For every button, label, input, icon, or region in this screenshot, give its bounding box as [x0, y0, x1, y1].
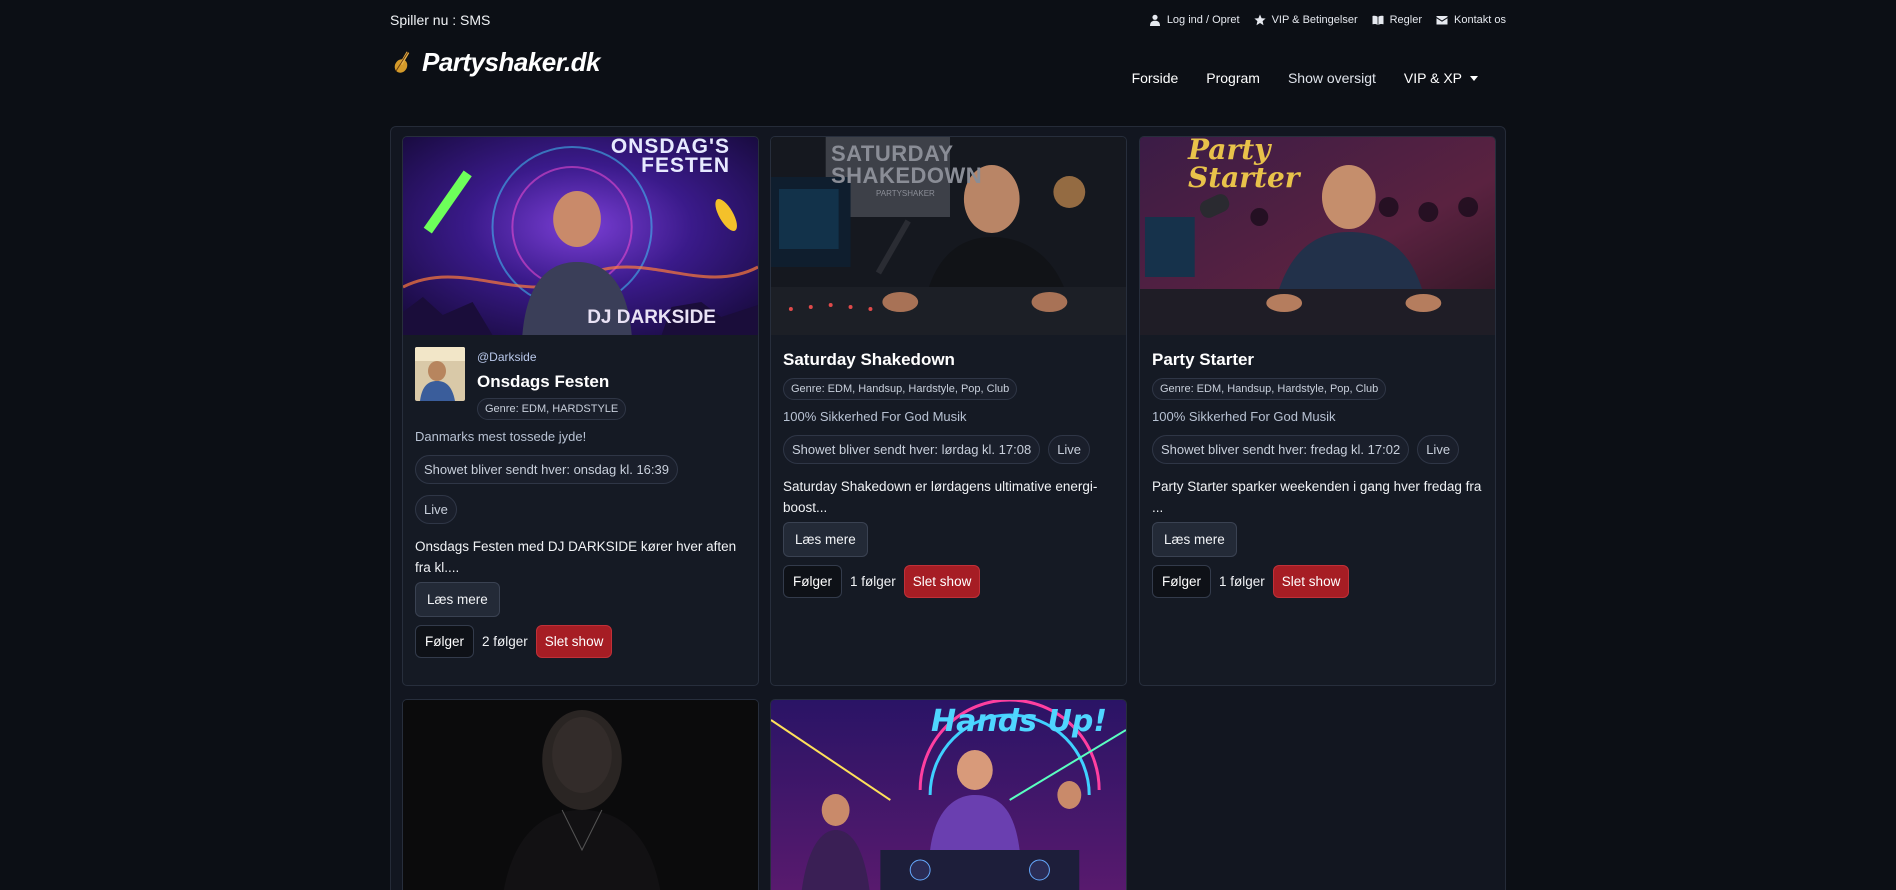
author-row: @Darkside Onsdags Festen Genre: EDM, HAR…: [415, 347, 746, 420]
contact-label: Kontakt os: [1454, 14, 1506, 26]
genre-badge: Genre: EDM, Handsup, Hardstyle, Pop, Clu…: [1152, 378, 1387, 400]
status-badge: Live: [1417, 435, 1460, 464]
now-playing-text: Spiller nu : SMS: [390, 12, 491, 28]
show-tagline: 100% Sikkerhed For God Musik: [783, 409, 967, 424]
show-image[interactable]: SATURDAY SHAKEDOWN PARTYSHAKER: [771, 137, 1126, 335]
top-links: Log ind / Opret VIP & Betingelser Regler…: [1149, 14, 1506, 26]
follow-button[interactable]: Følger: [783, 565, 843, 598]
read-more-button[interactable]: Læs mere: [783, 522, 868, 557]
status-row: Live: [415, 495, 746, 524]
delete-show-button[interactable]: Slet show: [535, 625, 613, 658]
user-icon: [1149, 14, 1160, 26]
logo-text: Partyshaker.dk: [422, 47, 601, 77]
follow-button[interactable]: Følger: [415, 625, 475, 658]
follower-count: 1 følger: [1219, 574, 1265, 589]
vip-terms-label: VIP & Betingelser: [1271, 14, 1358, 26]
author-handle[interactable]: @Darkside: [477, 350, 626, 364]
chevron-down-icon: [1470, 75, 1478, 81]
genre-badge: Genre: EDM, Handsup, Hardstyle, Pop, Clu…: [783, 378, 1018, 400]
vip-terms-link[interactable]: VIP & Betingelser: [1253, 14, 1358, 26]
star-icon: [1253, 14, 1266, 26]
shows-panel: ONSDAG'S FESTEN DJ DARKSIDE @Darkside On…: [390, 126, 1506, 890]
show-title[interactable]: Party Starter: [1152, 350, 1483, 370]
show-description: Onsdags Festen med DJ DARKSIDE kører hve…: [415, 539, 737, 575]
delete-show-button[interactable]: Slet show: [1272, 565, 1350, 598]
image-text: PARTYSHAKER: [876, 189, 935, 198]
show-description: Saturday Shakedown er lørdagens ultimati…: [783, 479, 1098, 515]
avatar-image: [415, 347, 465, 401]
show-tagline: Danmarks mest tossede jyde!: [415, 429, 587, 444]
guitar-logo-icon: [394, 50, 410, 73]
image-text: SHAKEDOWN: [831, 163, 983, 188]
status-badge: Live: [1048, 435, 1091, 464]
show-image[interactable]: ONSDAG'S FESTEN DJ DARKSIDE: [403, 137, 758, 335]
image-text: DJ DARKSIDE: [587, 307, 716, 328]
nav-vip-xp[interactable]: VIP & XP: [1404, 70, 1478, 86]
schedule-row: Showet bliver sendt hver: fredag kl. 17:…: [1152, 435, 1483, 464]
header: Partyshaker.dk Forside Program Show over…: [390, 40, 1506, 126]
show-card: SATURDAY SHAKEDOWN PARTYSHAKER Saturday …: [770, 136, 1127, 686]
contact-link[interactable]: Kontakt os: [1436, 14, 1506, 26]
top-bar: Spiller nu : SMS Log ind / Opret VIP & B…: [390, 0, 1506, 40]
status-badge: Live: [415, 495, 457, 524]
card-actions: Følger 1 følger Slet show: [783, 565, 1114, 598]
show-image[interactable]: Hands Up!: [771, 700, 1126, 890]
show-title[interactable]: Saturday Shakedown: [783, 350, 1114, 370]
delete-show-button[interactable]: Slet show: [903, 565, 981, 598]
site-logo[interactable]: Partyshaker.dk: [390, 47, 601, 78]
book-icon: [1372, 15, 1384, 25]
genre-badge: Genre: EDM, HARDSTYLE: [477, 398, 627, 420]
read-more-button[interactable]: Læs mere: [1152, 522, 1237, 557]
main-nav: Forside Program Show oversigt VIP & XP: [1132, 70, 1478, 86]
login-link[interactable]: Log ind / Opret: [1149, 14, 1240, 26]
show-image[interactable]: Party Starter: [1140, 137, 1495, 335]
schedule-badge: Showet bliver sendt hver: lørdag kl. 17:…: [783, 435, 1041, 464]
follower-count: 1 følger: [850, 574, 896, 589]
follow-button[interactable]: Følger: [1152, 565, 1212, 598]
schedule-row: Showet bliver sendt hver: lørdag kl. 17:…: [783, 435, 1114, 464]
card-actions: Følger 2 følger Slet show: [415, 625, 746, 658]
rules-link[interactable]: Regler: [1372, 14, 1422, 26]
card-body: Party Starter Genre: EDM, Handsup, Hards…: [1140, 335, 1495, 608]
show-image[interactable]: [403, 700, 758, 890]
read-more-button[interactable]: Læs mere: [415, 582, 500, 617]
show-card: Hands Up!: [770, 699, 1127, 890]
card-body: Saturday Shakedown Genre: EDM, Handsup, …: [771, 335, 1126, 608]
schedule-badge: Showet bliver sendt hver: onsdag kl. 16:…: [415, 455, 678, 484]
schedule-row: Showet bliver sendt hver: onsdag kl. 16:…: [415, 455, 746, 484]
nav-forside[interactable]: Forside: [1132, 70, 1179, 86]
image-text: Hands Up!: [931, 704, 1108, 739]
show-card: Party Starter Party Starter Genre: EDM, …: [1139, 136, 1496, 686]
avatar[interactable]: [415, 347, 465, 401]
page-wrapper: Spiller nu : SMS Log ind / Opret VIP & B…: [390, 0, 1506, 890]
card-actions: Følger 1 følger Slet show: [1152, 565, 1483, 598]
nav-show-oversigt[interactable]: Show oversigt: [1288, 70, 1376, 86]
show-title[interactable]: Onsdags Festen: [477, 372, 626, 392]
card-body: @Darkside Onsdags Festen Genre: EDM, HAR…: [403, 335, 758, 668]
login-label: Log ind / Opret: [1166, 14, 1240, 26]
show-description: Party Starter sparker weekenden i gang h…: [1152, 479, 1482, 515]
show-card: ONSDAG'S FESTEN DJ DARKSIDE @Darkside On…: [402, 136, 759, 686]
follower-count: 2 følger: [482, 634, 528, 649]
author-info: @Darkside Onsdags Festen Genre: EDM, HAR…: [477, 347, 627, 420]
show-card: [402, 699, 759, 890]
image-text: FESTEN: [641, 154, 730, 177]
rules-label: Regler: [1389, 14, 1423, 26]
nav-vip-xp-label: VIP & XP: [1403, 70, 1462, 86]
nav-program[interactable]: Program: [1206, 70, 1260, 86]
show-image-art: [403, 700, 758, 890]
envelope-icon: [1436, 16, 1448, 25]
schedule-badge: Showet bliver sendt hver: fredag kl. 17:…: [1152, 435, 1410, 464]
show-tagline: 100% Sikkerhed For God Musik: [1152, 409, 1336, 424]
image-text: Starter: [1188, 161, 1300, 194]
